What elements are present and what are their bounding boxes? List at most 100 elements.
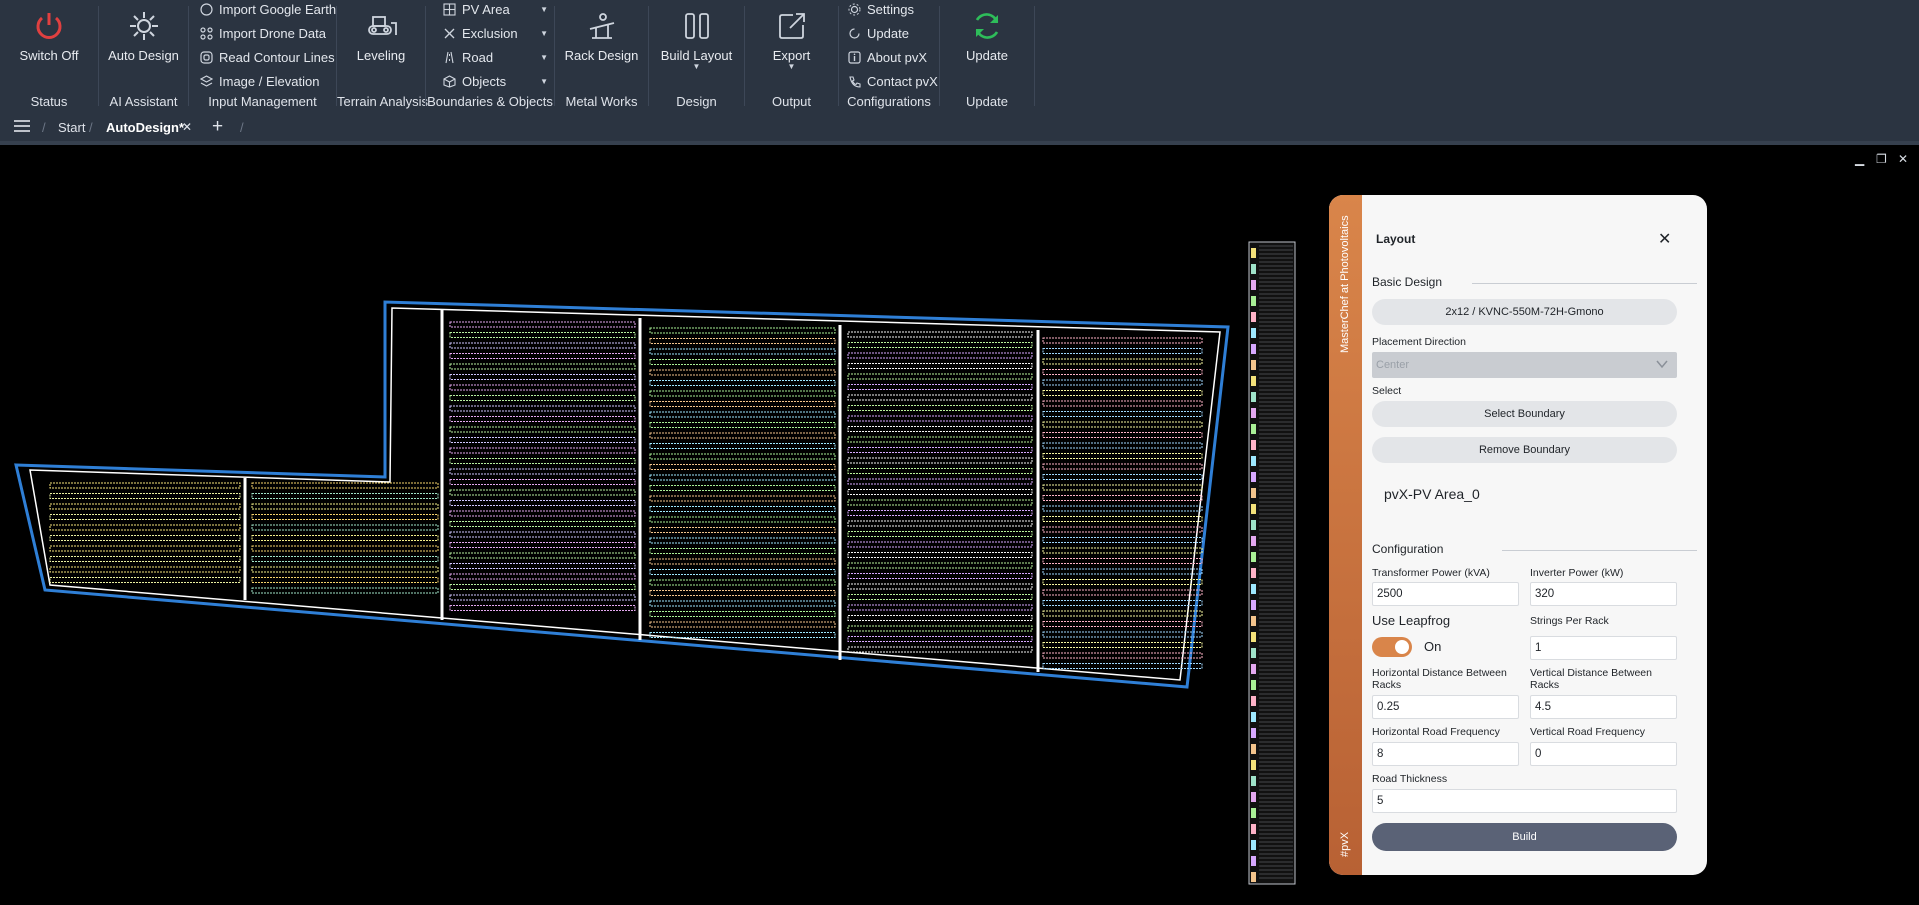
drone-icon xyxy=(199,26,213,40)
objects-dropdown[interactable]: Objects ▼ xyxy=(442,70,548,92)
divider xyxy=(1034,6,1035,106)
pv-rack-row xyxy=(847,583,1033,590)
leapfrog-toggle[interactable] xyxy=(1372,637,1412,657)
pv-rack-row xyxy=(649,632,836,638)
export-icon xyxy=(745,6,838,46)
import-drone-data-button[interactable]: Import Drone Data xyxy=(199,22,326,44)
vertical-distance-label: Vertical Distance Between Racks xyxy=(1530,667,1652,691)
pv-rack-row xyxy=(649,453,836,460)
pv-rack-row xyxy=(649,600,836,607)
menu-button[interactable] xyxy=(14,113,30,141)
sync-icon xyxy=(940,6,1034,46)
horizontal-road-frequency-input[interactable] xyxy=(1372,742,1519,766)
module-selector-button[interactable]: 2x12 / KVNC-550M-72H-Gmono xyxy=(1372,299,1677,325)
strings-per-rack-input[interactable] xyxy=(1530,636,1677,660)
minimize-icon[interactable]: ▁ xyxy=(1855,152,1864,166)
pv-rack-row xyxy=(449,447,636,454)
legend-swatch xyxy=(1251,376,1256,386)
settings-button[interactable]: Settings xyxy=(847,0,914,20)
pv-rack-row xyxy=(1042,621,1203,627)
exclusion-dropdown[interactable]: Exclusion ▼ xyxy=(442,22,548,44)
section-basic-design: Basic Design xyxy=(1372,275,1443,289)
import-google-earth-button[interactable]: Import Google Earth xyxy=(199,0,336,20)
select-boundary-button[interactable]: Select Boundary xyxy=(1372,401,1677,427)
pv-rack-row xyxy=(649,579,836,586)
road-dropdown[interactable]: Road ▼ xyxy=(442,46,548,68)
new-tab-button[interactable]: + xyxy=(212,113,223,141)
pv-rack-row xyxy=(1042,505,1203,512)
pv-rack-row xyxy=(449,500,636,506)
group-output: Export ▼ Output xyxy=(745,0,838,113)
image-elevation-button[interactable]: Image / Elevation xyxy=(199,70,319,92)
pv-rack-row xyxy=(251,493,439,499)
pv-rack-row xyxy=(449,416,636,422)
legend-swatch xyxy=(1251,728,1256,738)
transformer-power-input[interactable] xyxy=(1372,582,1519,606)
pv-rack-row xyxy=(449,594,636,601)
pv-rack-row xyxy=(649,569,836,575)
switch-off-button[interactable]: Switch Off xyxy=(0,6,98,63)
pv-rack-row xyxy=(1042,568,1203,575)
close-icon[interactable]: ✕ xyxy=(1658,229,1671,249)
restore-icon[interactable]: ❐ xyxy=(1876,152,1887,166)
legend-swatch xyxy=(1251,360,1256,370)
pv-rack-row xyxy=(847,331,1033,338)
inverter-power-input[interactable] xyxy=(1530,582,1677,606)
pv-area-dropdown[interactable]: PV Area ▼ xyxy=(442,0,548,20)
pv-rack-row xyxy=(649,495,836,502)
pv-rack-row xyxy=(847,415,1033,422)
update-small-button[interactable]: Update xyxy=(847,22,909,44)
close-window-icon[interactable]: ✕ xyxy=(1898,152,1908,166)
pv-rack-row xyxy=(649,432,836,439)
pv-rack-row xyxy=(649,506,836,512)
pv-rack-row xyxy=(1042,537,1203,543)
legend-swatch xyxy=(1251,328,1256,338)
pv-rack-row xyxy=(1042,516,1203,522)
pv-rack-row xyxy=(847,531,1033,537)
rack-icon xyxy=(555,6,648,46)
pv-rack-row xyxy=(449,437,636,443)
rack-design-button[interactable]: Rack Design xyxy=(555,6,648,63)
build-button[interactable]: Build xyxy=(1372,823,1677,851)
pv-rack-row xyxy=(847,384,1033,390)
vertical-distance-input[interactable] xyxy=(1530,695,1677,719)
pv-rack-row xyxy=(449,531,636,538)
auto-design-button[interactable]: Auto Design xyxy=(99,6,188,63)
pv-rack-row xyxy=(847,468,1033,474)
pv-rack-row xyxy=(847,604,1033,611)
pv-rack-row xyxy=(1042,432,1203,438)
legend-swatch xyxy=(1251,664,1256,674)
legend-swatch xyxy=(1251,440,1256,450)
tab-start[interactable]: Start xyxy=(58,113,85,141)
road-thickness-input[interactable] xyxy=(1372,789,1677,813)
pv-rack-row xyxy=(649,369,836,376)
pv-rack-row xyxy=(1042,631,1203,638)
pv-rack-row xyxy=(49,566,241,573)
contact-pvx-button[interactable]: Contact pvX xyxy=(847,70,938,92)
pv-rack-row xyxy=(449,542,636,548)
read-contour-lines-button[interactable]: Read Contour Lines xyxy=(199,46,335,68)
export-button[interactable]: Export ▼ xyxy=(745,6,838,71)
about-pvx-button[interactable]: About pvX xyxy=(847,46,927,68)
pv-rack-row xyxy=(251,566,439,573)
pv-rack-row xyxy=(1042,495,1203,501)
update-button[interactable]: Update xyxy=(940,6,1034,63)
legend-swatch xyxy=(1251,456,1256,466)
pv-rack-row xyxy=(649,474,836,481)
pv-rack-row xyxy=(449,563,636,569)
tab-autodesign[interactable]: AutoDesign* xyxy=(106,113,184,141)
build-layout-button[interactable]: Build Layout ▼ xyxy=(649,6,744,71)
legend-swatch xyxy=(1251,872,1256,882)
vertical-road-frequency-input[interactable] xyxy=(1530,742,1677,766)
placement-direction-select[interactable]: Center xyxy=(1372,352,1677,378)
close-tab-icon[interactable]: ✕ xyxy=(182,113,192,141)
sparkle-gear-icon xyxy=(99,6,188,46)
pv-rack-row xyxy=(1042,526,1203,533)
gear-icon xyxy=(847,2,861,16)
remove-boundary-button[interactable]: Remove Boundary xyxy=(1372,437,1677,463)
horizontal-distance-input[interactable] xyxy=(1372,695,1519,719)
brand-strip: MasterChef at Photovoltaics #pvX xyxy=(1329,195,1362,875)
legend-swatch xyxy=(1251,600,1256,610)
leveling-button[interactable]: Leveling xyxy=(337,6,425,63)
pv-rack-row xyxy=(649,548,836,554)
